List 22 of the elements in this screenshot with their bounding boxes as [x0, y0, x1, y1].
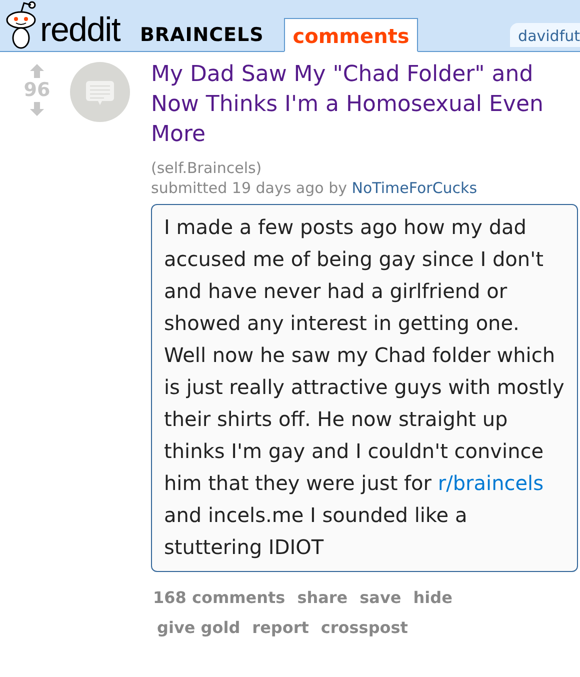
post-action-link[interactable]: hide — [413, 584, 452, 612]
user-name[interactable]: davidfut — [510, 22, 580, 47]
author-link[interactable]: NoTimeForCucks — [352, 179, 478, 197]
post-title[interactable]: My Dad Saw My "Chad Folder" and Now Thinks I'm a Homosexual Even More — [151, 60, 578, 150]
post-action-link[interactable]: save — [360, 584, 402, 612]
text-post-thumbnail-icon — [70, 62, 130, 122]
subreddit-name[interactable]: BRAINCELS — [140, 26, 264, 45]
vote-score: 96 — [24, 78, 50, 102]
post-domain[interactable]: (self.Braincels) — [151, 158, 578, 178]
subreddit-link[interactable]: r/braincels — [438, 471, 544, 495]
post-body-text: I made a few posts ago how my dad accused me of being gay since I don't and have never had a girlfriend or showed any interest in getting one. Well now he saw my Chad folder which is just really attractive guys with mostly their shirts off. He now straight up thinks I'm gay and I couldn't convince him that they were just for r/braincels and incels.me I sounded like a stuttering IDIOT — [164, 214, 565, 561]
submission-info: submitted 19 days ago by — [151, 179, 347, 197]
logo-wordmark[interactable]: reddit — [40, 11, 120, 49]
upvote-arrow-icon[interactable] — [30, 64, 44, 78]
post-action-link[interactable]: share — [297, 584, 348, 612]
post-action-link[interactable]: crosspost — [320, 614, 408, 642]
alien-mascot-icon — [4, 1, 38, 49]
downvote-arrow-icon[interactable] — [30, 102, 44, 116]
post-action-link[interactable]: 168 comments — [153, 584, 286, 612]
tab[interactable]: comments — [284, 18, 418, 52]
post-action-link[interactable]: give gold — [157, 614, 240, 642]
post-action-link[interactable]: report — [252, 614, 309, 642]
